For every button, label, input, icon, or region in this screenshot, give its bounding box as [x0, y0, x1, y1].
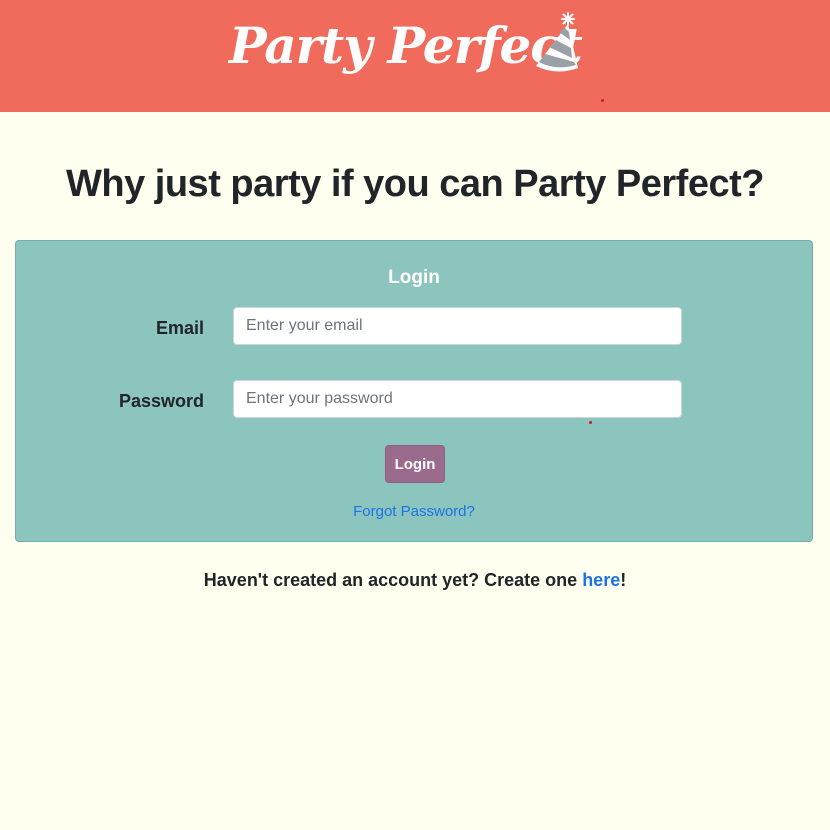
forgot-password-link[interactable]: Forgot Password?	[16, 502, 812, 522]
create-account-link[interactable]: here	[582, 570, 620, 590]
party-hat-icon	[536, 12, 578, 72]
password-label: Password	[118, 391, 204, 411]
decorative-dot	[589, 421, 592, 424]
login-button[interactable]: Login	[385, 445, 445, 483]
email-input[interactable]	[233, 307, 682, 345]
signup-prompt: Haven't created an account yet? Create o…	[0, 567, 830, 593]
signup-prompt-suffix: !	[620, 570, 627, 590]
decorative-dot	[601, 99, 604, 102]
site-logo-text[interactable]: Party Perfect	[229, 14, 583, 78]
login-card: Login Email Password Login Forgot Passwo…	[15, 240, 813, 542]
email-label: Email	[155, 318, 204, 338]
signup-prompt-text: Haven't created an account yet? Create o…	[203, 570, 583, 590]
password-input[interactable]	[233, 380, 682, 418]
login-card-title: Login	[388, 267, 440, 288]
site-header: Party Perfect	[0, 0, 830, 112]
page-tagline: Why just party if you can Party Perfect?	[66, 163, 764, 205]
